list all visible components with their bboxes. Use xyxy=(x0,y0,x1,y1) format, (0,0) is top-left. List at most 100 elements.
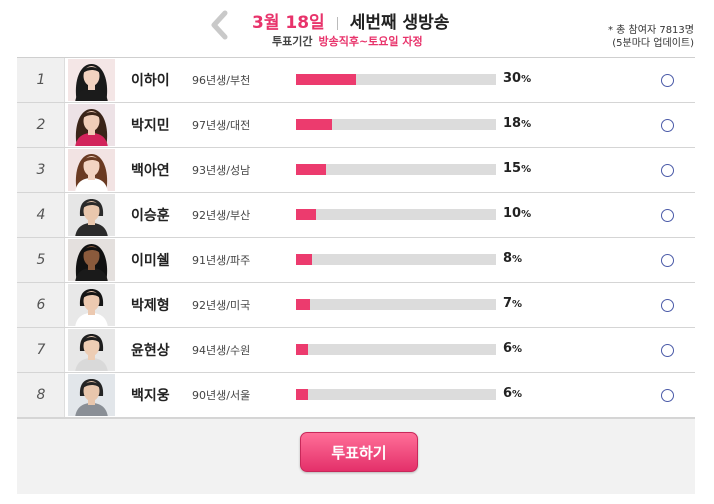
rank-cell: 8 xyxy=(17,373,65,417)
contestant-name: 박지민 xyxy=(131,118,170,134)
contestant-row: 8 백지웅 90년생/서울 6% xyxy=(17,373,695,418)
vote-percent-number: 6 xyxy=(503,386,513,401)
vote-percent-number: 18 xyxy=(503,116,522,131)
vote-radio[interactable] xyxy=(661,164,674,177)
vote-bar-fill xyxy=(296,299,310,310)
contestant-photo xyxy=(68,194,115,236)
contestant-photo xyxy=(68,149,115,191)
contestant-row: 5 이미쉘 91년생/파주 8% xyxy=(17,238,695,283)
vote-percent-unit: % xyxy=(521,209,532,220)
vote-percent: 30% xyxy=(503,71,531,86)
contestant-info: 97년생/대전 xyxy=(192,119,251,132)
vote-percent-unit: % xyxy=(512,389,523,400)
vote-footer: 투표하기 xyxy=(17,418,695,494)
vote-radio[interactable] xyxy=(661,119,674,132)
contestant-row: 2 박지민 97년생/대전 18% xyxy=(17,103,695,148)
vote-percent: 6% xyxy=(503,341,522,356)
vote-percent: 15% xyxy=(503,161,531,176)
rank-number: 5 xyxy=(36,252,46,268)
vote-bar-fill xyxy=(296,74,356,85)
vote-button[interactable]: 투표하기 xyxy=(300,432,418,472)
vote-bar-fill xyxy=(296,254,312,265)
page-title: 3월 18일 세번째 생방송 xyxy=(252,8,449,33)
vote-percent: 7% xyxy=(503,296,522,311)
contestant-info: 96년생/부천 xyxy=(192,74,251,87)
vote-percent-unit: % xyxy=(512,299,523,310)
vote-bar-fill xyxy=(296,209,316,220)
period-value: 방송직후~토요일 자정 xyxy=(318,35,423,48)
participation-note: * 총 참여자 7813명 (5분마다 업데이트) xyxy=(608,24,694,50)
rank-number: 7 xyxy=(36,342,46,358)
contestant-photo xyxy=(68,329,115,371)
rank-cell: 4 xyxy=(17,193,65,237)
contestant-row: 3 백아연 93년생/성남 15% xyxy=(17,148,695,193)
vote-bar-track xyxy=(296,119,496,130)
contestant-name: 이미쉘 xyxy=(131,253,170,269)
vote-radio[interactable] xyxy=(661,209,674,222)
contestant-photo xyxy=(68,59,115,101)
vote-bar-fill xyxy=(296,389,308,400)
contestant-info: 92년생/부산 xyxy=(192,209,251,222)
vote-percent-number: 10 xyxy=(503,206,522,221)
vote-radio[interactable] xyxy=(661,389,674,402)
contestant-photo xyxy=(68,284,115,326)
vote-percent-unit: % xyxy=(512,254,523,265)
voting-period: 투표기간 방송직후~토요일 자정 xyxy=(272,33,423,49)
vote-bar-track xyxy=(296,344,496,355)
vote-bar-fill xyxy=(296,344,308,355)
vote-bar-track xyxy=(296,389,496,400)
contestant-row: 1 이하이 96년생/부천 30% xyxy=(17,58,695,103)
vote-percent-number: 7 xyxy=(503,296,513,311)
period-label: 투표기간 xyxy=(272,35,313,48)
vote-percent-number: 8 xyxy=(503,251,513,266)
contestant-name: 이하이 xyxy=(131,73,170,89)
contestant-row: 4 이승훈 92년생/부산 10% xyxy=(17,193,695,238)
participant-count: * 총 참여자 7813명 xyxy=(608,25,694,36)
contestant-photo xyxy=(68,239,115,281)
contestant-name: 백아연 xyxy=(131,163,170,179)
vote-percent: 8% xyxy=(503,251,522,266)
vote-bar-track xyxy=(296,164,496,175)
contestant-info: 90년생/서울 xyxy=(192,389,251,402)
contestant-name: 이승훈 xyxy=(131,208,170,224)
rank-cell: 1 xyxy=(17,58,65,102)
contestant-row: 7 윤현상 94년생/수원 6% xyxy=(17,328,695,373)
vote-percent: 10% xyxy=(503,206,531,221)
title-episode: 세번째 생방송 xyxy=(349,13,450,33)
vote-radio[interactable] xyxy=(661,254,674,267)
contestant-name: 윤현상 xyxy=(131,343,170,359)
previous-episode-button[interactable] xyxy=(208,10,234,40)
rank-cell: 7 xyxy=(17,328,65,372)
contestant-row: 6 박제형 92년생/미국 7% xyxy=(17,283,695,328)
chevron-left-icon xyxy=(211,10,228,40)
contestant-list: 1 이하이 96년생/부천 30% 2 박지민 97년생/대전 18% 3 백아연 93년생/성남 1… xyxy=(17,57,695,418)
vote-percent: 18% xyxy=(503,116,531,131)
contestant-name: 박제형 xyxy=(131,298,170,314)
vote-percent-unit: % xyxy=(521,119,532,130)
rank-number: 1 xyxy=(36,72,46,88)
vote-bar-track xyxy=(296,254,496,265)
title-divider xyxy=(336,16,338,30)
vote-bar-track xyxy=(296,74,496,85)
rank-number: 8 xyxy=(36,387,46,403)
update-interval: (5분마다 업데이트) xyxy=(612,38,694,49)
rank-cell: 6 xyxy=(17,283,65,327)
rank-number: 3 xyxy=(36,162,46,178)
contestant-photo xyxy=(68,104,115,146)
contestant-name: 백지웅 xyxy=(131,388,170,404)
vote-bar-fill xyxy=(296,164,326,175)
contestant-info: 91년생/파주 xyxy=(192,254,251,267)
rank-number: 6 xyxy=(36,297,46,313)
contestant-info: 93년생/성남 xyxy=(192,164,251,177)
vote-percent-unit: % xyxy=(521,74,532,85)
vote-radio[interactable] xyxy=(661,74,674,87)
vote-percent-number: 30 xyxy=(503,71,522,86)
vote-radio[interactable] xyxy=(661,344,674,357)
contestant-photo xyxy=(68,374,115,416)
vote-bar-track xyxy=(296,209,496,220)
rank-cell: 3 xyxy=(17,148,65,192)
vote-radio[interactable] xyxy=(661,299,674,312)
vote-percent-number: 6 xyxy=(503,341,513,356)
vote-percent-number: 15 xyxy=(503,161,522,176)
rank-cell: 2 xyxy=(17,103,65,147)
